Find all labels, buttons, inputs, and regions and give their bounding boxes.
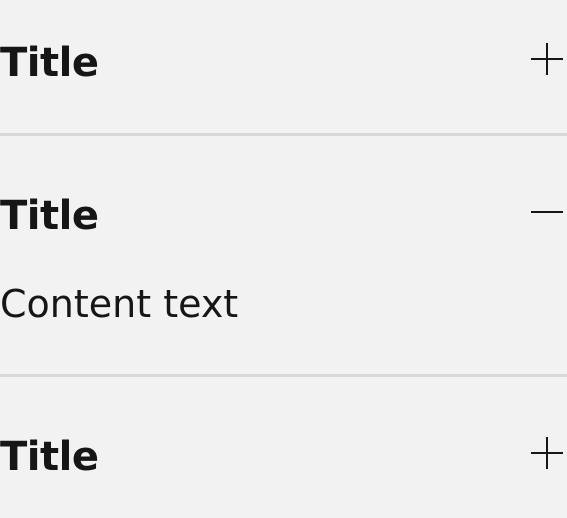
plus-icon [530, 436, 564, 470]
minus-icon [530, 195, 564, 229]
accordion-item-2-content: Content text [0, 282, 239, 326]
accordion-divider [0, 374, 567, 377]
accordion-item-3-title: Title [0, 434, 99, 480]
accordion-item-1-header[interactable]: Title [0, 30, 567, 90]
accordion-item-3-header[interactable]: Title [0, 424, 567, 484]
accordion-divider [0, 133, 567, 136]
accordion-item-2-title: Title [0, 193, 99, 239]
accordion-item-2-header[interactable]: Title [0, 183, 567, 243]
accordion: Title Title Content text Title [0, 0, 567, 518]
accordion-item-1-title: Title [0, 40, 99, 86]
plus-icon [530, 42, 564, 76]
